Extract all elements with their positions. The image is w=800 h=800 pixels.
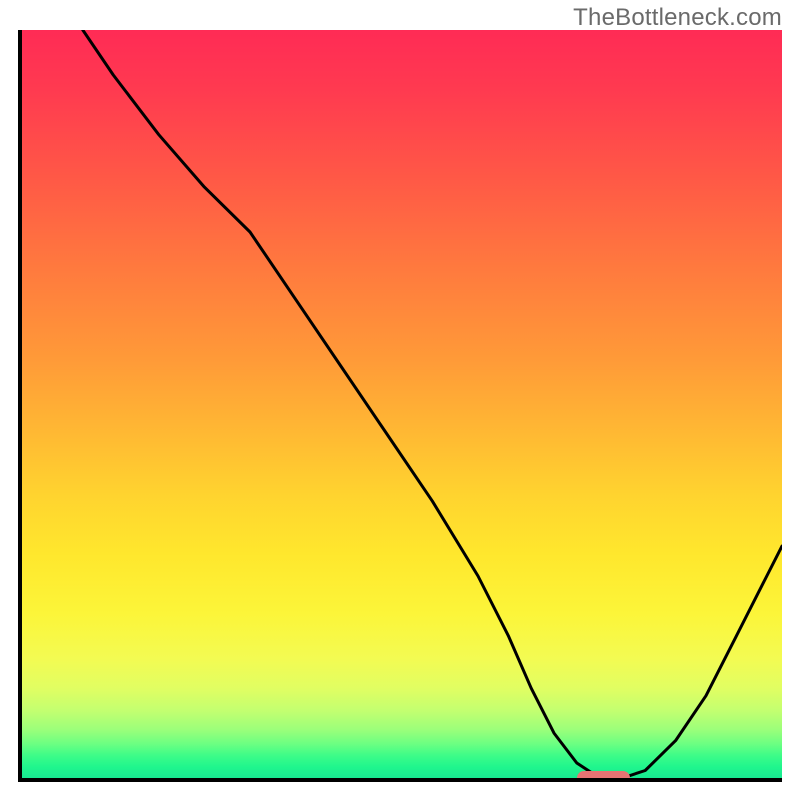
watermark-text: TheBottleneck.com (573, 4, 782, 32)
bottleneck-curve (22, 30, 782, 778)
plot-area (18, 30, 782, 782)
optimum-marker (577, 771, 630, 782)
chart-container: TheBottleneck.com (0, 0, 800, 800)
